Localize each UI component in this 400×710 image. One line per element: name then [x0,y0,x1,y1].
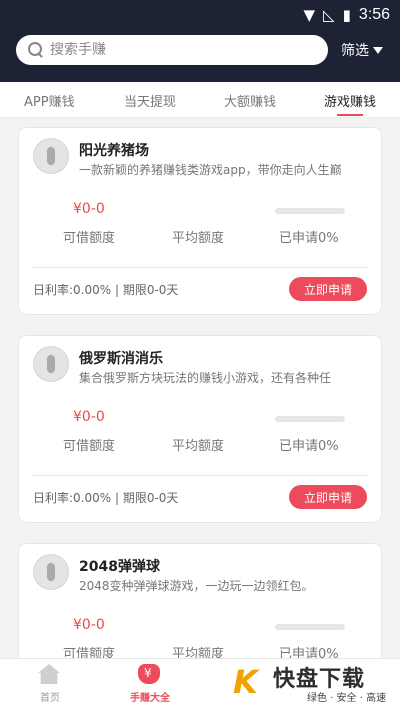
filter-button[interactable]: 筛选 [341,40,383,60]
tab-active-indicator [337,114,363,116]
tab-same-day-withdraw[interactable]: 当天提现 [124,91,176,110]
app-description: 2048变种弹弹球游戏，一边玩一边领红包。 [79,579,314,593]
filter-label: 筛选 [341,43,369,59]
apply-now-button[interactable]: 立即申请 [289,277,367,301]
category-tabs: APP赚钱 当天提现 大额赚钱 游戏赚钱 [0,82,400,118]
no-signal-icon: ◺ [323,6,335,24]
loan-amount: ¥0-0 [73,201,105,217]
watermark: K 快盘下载 绿色 · 安全 · 高速 [233,663,395,708]
search-input[interactable] [50,42,310,58]
app-description: 集合俄罗斯方块玩法的赚钱小游戏，还有各种任 [79,371,332,385]
rate-term: 日利率:0.00% | 期限0-0天 [33,491,179,505]
loan-amount: ¥0-0 [73,617,105,633]
triangle-down-icon [373,46,383,54]
stat-label-applied: 已申请0% [279,439,339,454]
status-time: 3:56 [358,6,390,23]
loan-amount: ¥0-0 [73,409,105,425]
app-card[interactable]: 俄罗斯消消乐 集合俄罗斯方块玩法的赚钱小游戏，还有各种任 ¥0-0 可借额度 平… [18,335,382,523]
tab-large-earn[interactable]: 大额赚钱 [224,91,276,110]
app-description: 一款新颖的养猪赚钱类游戏app，带你走向人生巅 [79,163,342,177]
search-icon [28,42,44,58]
rate-term: 日利率:0.00% | 期限0-0天 [33,283,179,297]
app-logo [33,554,69,590]
tab-app-earn[interactable]: APP赚钱 [24,91,75,110]
app-logo [33,138,69,174]
app-card[interactable]: 阳光养猪场 一款新颖的养猪赚钱类游戏app，带你走向人生巅 ¥0-0 可借额度 … [18,127,382,315]
app-name: 俄罗斯消消乐 [79,351,163,367]
card-divider [33,267,367,268]
money-bag-icon [138,664,160,684]
nav-home[interactable]: 首页 [0,659,100,710]
watermark-logo: K [233,663,258,701]
nav-home-label: 首页 [40,693,60,704]
apply-progress-bar [275,416,345,422]
home-icon [38,664,60,684]
app-name: 2048弹弹球 [79,559,160,575]
status-icons: ▼ ◺ ▮ 3:56 [304,5,391,25]
card-divider [33,475,367,476]
wifi-icon: ▼ [303,6,316,24]
battery-charging-icon: ▮ [342,6,351,24]
app-name: 阳光养猪场 [79,143,149,159]
header: 筛选 [0,30,400,82]
stat-label-average: 平均额度 [172,439,225,454]
tab-game-earn[interactable]: 游戏赚钱 [324,91,376,110]
nav-all-earn-label: 手赚大全 [130,693,170,704]
apply-progress-bar [275,208,345,214]
nav-all-earn[interactable]: 手赚大全 [100,659,200,710]
apply-now-button[interactable]: 立即申请 [289,485,367,509]
stat-label-applied: 已申请0% [279,231,339,246]
app-logo [33,346,69,382]
stat-label-available: 可借额度 [63,231,116,246]
apply-progress-bar [275,624,345,630]
status-bar: ▼ ◺ ▮ 3:56 [0,0,400,30]
stat-label-available: 可借额度 [63,439,116,454]
stat-label-average: 平均额度 [172,231,225,246]
watermark-subtitle: 绿色 · 安全 · 高速 [307,693,387,704]
search-box[interactable] [16,35,328,65]
